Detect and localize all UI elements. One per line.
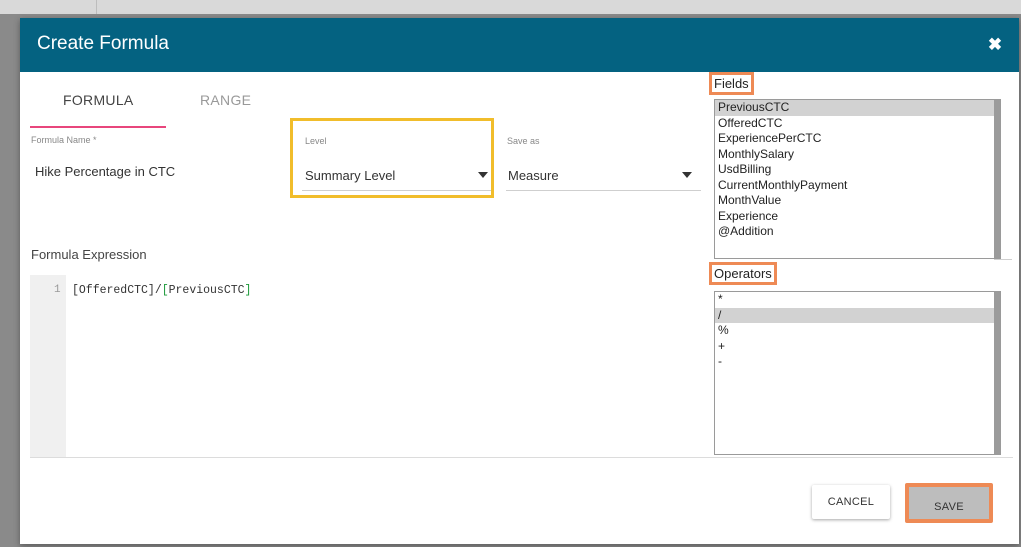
operator-item-minus[interactable]: - bbox=[715, 354, 1000, 370]
cancel-button[interactable]: CANCEL bbox=[812, 485, 890, 519]
save-button[interactable]: SAVE bbox=[905, 483, 993, 523]
formula-expression-label: Formula Expression bbox=[31, 247, 147, 262]
field-item-addition[interactable]: @Addition bbox=[715, 224, 1000, 240]
dialog-header: Create Formula ✖ bbox=[20, 18, 1019, 72]
save-as-label: Save as bbox=[507, 136, 540, 146]
background-window-strip bbox=[0, 0, 1021, 14]
close-icon[interactable]: ✖ bbox=[985, 35, 1005, 55]
save-as-dropdown-arrow-icon[interactable] bbox=[682, 172, 692, 178]
code-token-previousctc: PreviousCTC bbox=[168, 284, 245, 297]
field-item-experience[interactable]: Experience bbox=[715, 209, 1000, 225]
operator-item-modulo[interactable]: % bbox=[715, 323, 1000, 339]
fields-panel-divider bbox=[994, 259, 1012, 260]
field-item-usdbilling[interactable]: UsdBilling bbox=[715, 162, 1000, 178]
formula-name-input[interactable]: Hike Percentage in CTC bbox=[35, 164, 175, 179]
code-token-offeredctc: [OfferedCTC]/ bbox=[72, 284, 162, 297]
tab-range[interactable]: RANGE bbox=[200, 92, 251, 108]
fields-scrollbar[interactable] bbox=[994, 100, 1000, 258]
operators-scrollbar[interactable] bbox=[994, 292, 1000, 454]
field-item-experiencepercTC[interactable]: ExperiencePerCTC bbox=[715, 131, 1000, 147]
code-bracket-open: [ bbox=[161, 284, 169, 297]
code-bracket-close: ] bbox=[244, 284, 252, 297]
operators-scrollbar-thumb[interactable] bbox=[994, 292, 1000, 454]
field-item-previousctc[interactable]: PreviousCTC bbox=[715, 100, 1000, 116]
fields-list[interactable]: PreviousCTC OfferedCTC ExperiencePerCTC … bbox=[714, 99, 1001, 259]
tab-formula[interactable]: FORMULA bbox=[63, 92, 134, 108]
field-item-monthlysalary[interactable]: MonthlySalary bbox=[715, 147, 1000, 163]
field-item-monthvalue[interactable]: MonthValue bbox=[715, 193, 1000, 209]
operator-item-plus[interactable]: + bbox=[715, 339, 1000, 355]
field-item-currentmonthlypayment[interactable]: CurrentMonthlyPayment bbox=[715, 178, 1000, 194]
background-divider bbox=[96, 0, 97, 14]
fields-title: Fields bbox=[709, 72, 754, 95]
fields-scrollbar-thumb[interactable] bbox=[994, 100, 1000, 258]
editor-gutter: 1 bbox=[30, 275, 66, 457]
formula-name-label: Formula Name * bbox=[31, 135, 97, 145]
create-formula-dialog: Create Formula ✖ FORMULA RANGE Formula N… bbox=[20, 18, 1019, 544]
save-as-underline bbox=[506, 190, 701, 191]
code-line[interactable]: [OfferedCTC]/[PreviousCTC] bbox=[72, 284, 251, 297]
active-tab-indicator bbox=[30, 126, 166, 128]
level-highlight-box bbox=[290, 118, 494, 198]
line-number: 1 bbox=[54, 284, 61, 296]
field-item-offeredctc[interactable]: OfferedCTC bbox=[715, 116, 1000, 132]
operators-title: Operators bbox=[709, 262, 777, 285]
editor-bottom-divider bbox=[30, 457, 1013, 458]
formula-expression-editor[interactable]: 1 [OfferedCTC]/[PreviousCTC] bbox=[30, 275, 701, 457]
save-as-select[interactable]: Measure bbox=[508, 168, 559, 183]
dialog-title: Create Formula bbox=[37, 33, 169, 54]
operator-item-divide[interactable]: / bbox=[715, 307, 1000, 323]
operator-item-multiply[interactable]: * bbox=[715, 292, 1000, 308]
operators-list[interactable]: * / % + - bbox=[714, 291, 1001, 455]
